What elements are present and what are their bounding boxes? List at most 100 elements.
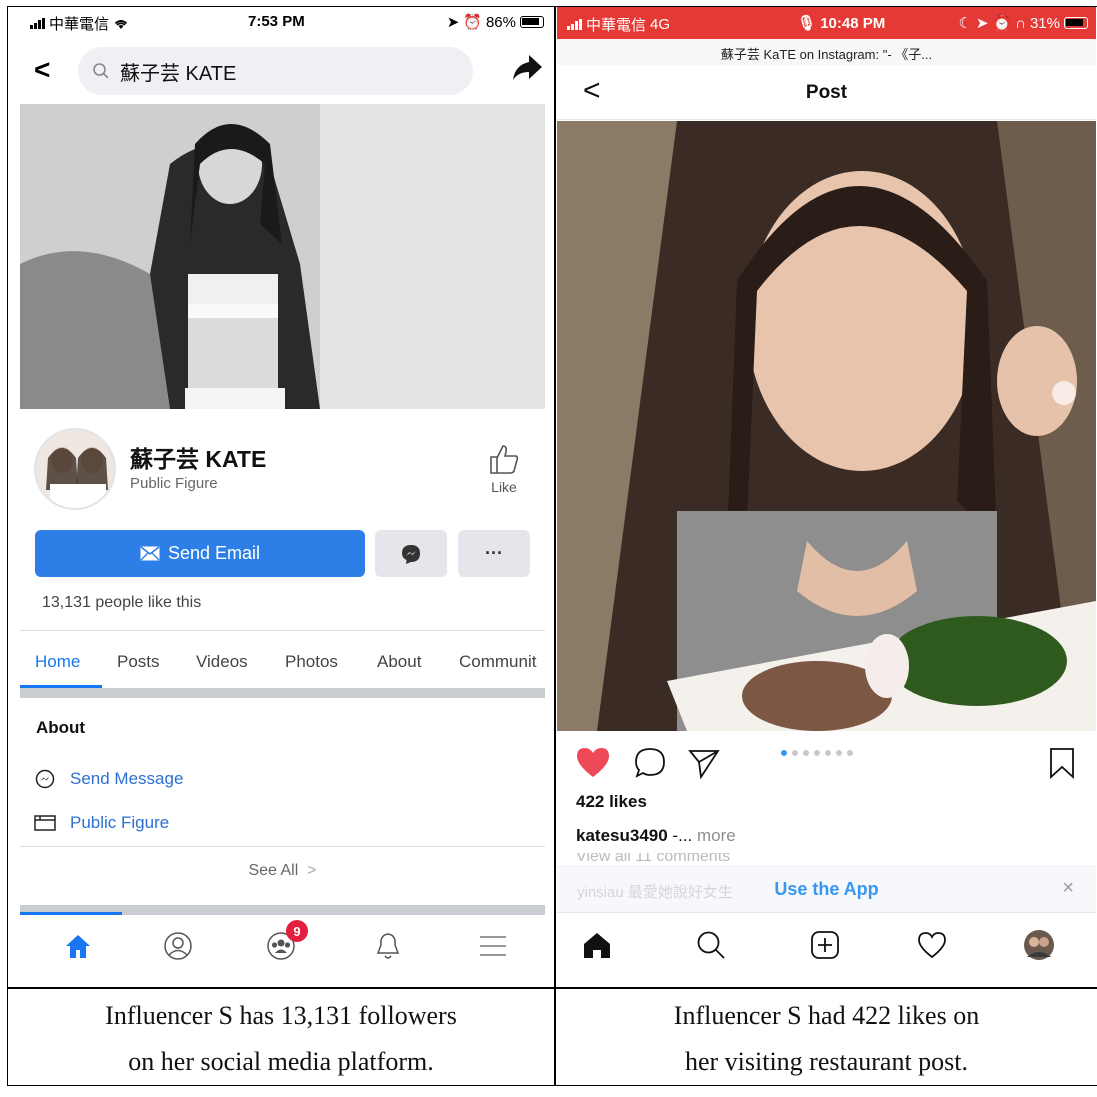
page-likes-count: 13,131 people like this [42, 594, 202, 611]
close-icon[interactable]: × [1062, 877, 1074, 900]
heart-filled-icon[interactable] [575, 746, 611, 778]
ig-battery-text: 31% [1029, 14, 1060, 32]
left-caption-line-1: Influencer S has 13,131 followers [105, 1001, 457, 1030]
use-app-button[interactable]: Use the App [557, 879, 1096, 900]
send-email-label: Send Email [167, 543, 261, 563]
microphone-icon: 🎙 [797, 15, 817, 32]
right-caption-line-2: her visiting restaurant post. [684, 1047, 969, 1076]
right-caption: Influencer S had 422 likes on her visiti… [555, 993, 1097, 1085]
search-icon [697, 931, 725, 959]
nav-groups[interactable]: 9 [262, 920, 308, 966]
bookmark-icon[interactable] [1048, 746, 1076, 780]
nav-notifications[interactable] [368, 926, 408, 966]
cover-photo[interactable] [20, 104, 545, 409]
tab-home[interactable]: Home [35, 652, 80, 672]
right-caption-line-1: Influencer S had 422 likes on [673, 1001, 980, 1030]
profile-avatar[interactable] [34, 428, 116, 510]
fb-status-bar: 中華電信 7:53 PM ➤ ⏰ 86% [20, 9, 552, 39]
carousel-dot [847, 750, 853, 756]
caption-text: -... [667, 826, 697, 845]
nav-activity[interactable] [912, 925, 952, 965]
view-comments-link[interactable]: View all 11 comments [576, 853, 776, 865]
send-email-button[interactable]: Send Email [35, 530, 365, 577]
envelope-icon [140, 546, 160, 561]
messenger-button[interactable] [375, 530, 447, 577]
send-message-label: Send Message [70, 769, 184, 788]
more-button[interactable]: ··· [458, 530, 530, 577]
page-category: Public Figure [130, 475, 218, 492]
location-icon: ➤ [975, 15, 989, 32]
alarm-icon: ⏰ [992, 15, 1012, 32]
nav-home[interactable] [58, 926, 98, 966]
tab-community[interactable]: Communit [459, 652, 536, 672]
section-separator [20, 688, 545, 698]
caption-divider [7, 987, 1097, 989]
nav-search[interactable] [691, 925, 731, 965]
tab-photos[interactable]: Photos [285, 652, 338, 672]
fb-carrier: 中華電信 [49, 16, 110, 33]
chevron-right-icon: > [302, 862, 317, 879]
profile-icon [164, 932, 192, 960]
notification-badge: 9 [286, 920, 308, 942]
post-photo[interactable] [557, 121, 1096, 731]
headphones-icon: ∩ [1015, 14, 1026, 32]
see-all-label: See All [248, 862, 299, 879]
search-input[interactable]: 蘇子芸 KATE [78, 47, 473, 95]
hamburger-menu-icon [480, 936, 506, 956]
moon-icon: ☾ [958, 15, 972, 32]
battery-icon [520, 16, 544, 28]
tab-about[interactable]: About [377, 652, 421, 672]
carousel-dot [836, 750, 842, 756]
nav-profile[interactable] [1019, 925, 1059, 965]
divider [20, 846, 545, 847]
fb-search-bar: < 蘇子芸 KATE [20, 42, 552, 100]
thumbs-up-icon [490, 445, 519, 474]
ig-post-header: < Post [557, 66, 1096, 120]
wifi-icon [114, 19, 128, 29]
post-caption: katesu3490 -... more [576, 826, 736, 846]
profile-header: 蘇子芸 KATE Public Figure Like [20, 418, 552, 518]
fb-battery-text: 86% [485, 13, 516, 31]
page-tabs: Home Posts Videos Photos About Communit [20, 640, 545, 688]
left-caption-line-2: on her social media platform. [128, 1047, 434, 1076]
about-heading: About [36, 718, 86, 737]
carousel-dot [781, 750, 787, 756]
nav-profile[interactable] [158, 926, 198, 966]
add-post-icon [811, 931, 839, 959]
share-paper-plane-icon[interactable] [687, 746, 721, 780]
bell-icon [376, 933, 400, 959]
use-app-banner: yinsiau 最愛她說好女生 Use the App × [557, 866, 1096, 912]
see-all-link[interactable]: See All > [20, 862, 545, 880]
browser-page-title: 蘇子芸 KaTE on Instagram: "- 《子... [557, 39, 1096, 65]
public-figure-link[interactable]: Public Figure [34, 813, 169, 833]
comment-icon[interactable] [633, 746, 667, 780]
like-label: Like [491, 479, 517, 495]
tab-posts[interactable]: Posts [117, 652, 160, 672]
public-figure-label: Public Figure [70, 813, 170, 832]
nav-new-post[interactable] [805, 925, 845, 965]
page-name: 蘇子芸 KATE [130, 446, 267, 472]
nav-home[interactable] [577, 925, 617, 965]
tab-videos[interactable]: Videos [196, 652, 248, 672]
like-button[interactable]: Like [484, 442, 524, 495]
profile-avatar-icon [1024, 930, 1054, 960]
carousel-dot [792, 750, 798, 756]
ig-network: 4G [650, 16, 671, 33]
messenger-outline-icon [35, 769, 55, 789]
location-icon: ➤ [446, 14, 460, 31]
post-likes-count[interactable]: 422 likes [576, 792, 647, 812]
caption-username[interactable]: katesu3490 [576, 826, 668, 845]
send-message-link[interactable]: Send Message [34, 768, 183, 790]
alarm-icon: ⏰ [463, 14, 482, 31]
active-tab-indicator [20, 685, 102, 688]
battery-icon [1064, 17, 1088, 29]
caption-more-link[interactable]: more [697, 826, 736, 845]
left-caption: Influencer S has 13,131 followers on her… [7, 993, 555, 1085]
back-arrow-icon[interactable]: < [34, 54, 50, 86]
carousel-indicator [781, 750, 853, 756]
category-icon [34, 815, 56, 831]
share-arrow-icon[interactable] [510, 50, 544, 84]
search-icon [93, 63, 109, 79]
ig-action-bar [557, 740, 1096, 790]
nav-menu[interactable] [473, 926, 513, 966]
